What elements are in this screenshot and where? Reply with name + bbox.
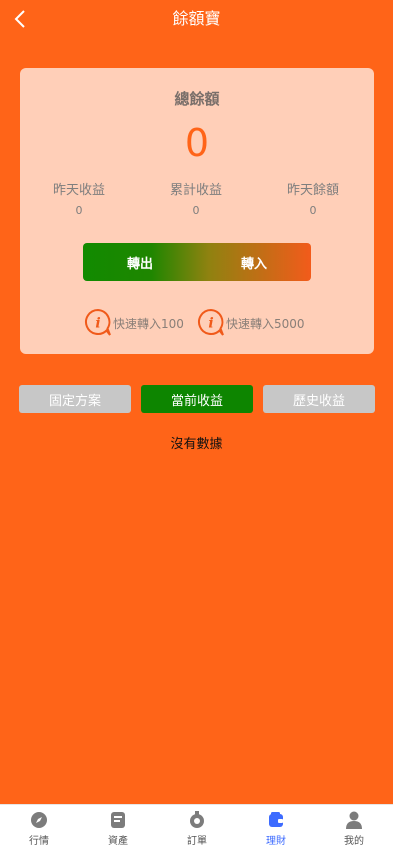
- user-icon: [346, 811, 362, 829]
- nav-item-market[interactable]: 行情: [0, 809, 78, 847]
- order-icon: [190, 811, 204, 828]
- stat-label: 累計收益: [169, 183, 222, 198]
- stat-label: 昨天餘額: [286, 183, 339, 198]
- stat-value: 0: [309, 204, 317, 217]
- tab-current-income[interactable]: 當前收益: [141, 385, 253, 413]
- quick-transfer-5000-button[interactable]: i 快速轉入5000: [197, 308, 305, 338]
- wallet-doc-icon: [111, 812, 125, 828]
- nav-label: 訂單: [187, 836, 207, 847]
- tab-history-income[interactable]: 歷史收益: [263, 385, 375, 413]
- page-title: 餘額寶: [172, 9, 221, 28]
- stat-label: 昨天收益: [52, 183, 105, 198]
- compass-icon: [31, 812, 47, 828]
- bottom-nav: 行情 資產 訂單 理財 我的: [0, 804, 393, 847]
- quick-transfer-label: 快速轉入5000: [226, 316, 305, 331]
- stat-yesterday-income: 昨天收益 0: [20, 182, 138, 219]
- total-balance-value: 0: [184, 121, 210, 165]
- stat-value: 0: [75, 204, 83, 217]
- nav-label: 行情: [29, 836, 49, 847]
- nav-item-finance[interactable]: 理財: [237, 809, 315, 847]
- info-icon: i: [85, 308, 111, 336]
- empty-state-text: 沒有數據: [170, 437, 223, 452]
- transfer-bar: 轉出 轉入: [83, 243, 311, 281]
- nav-item-assets[interactable]: 資產: [79, 809, 157, 847]
- finance-icon: [269, 812, 283, 827]
- tab-fixed-plan[interactable]: 固定方案: [19, 385, 131, 413]
- balance-card: 總餘額 0 昨天收益 0 累計收益 0 昨天餘額 0 轉出 轉入 i 快速轉入1…: [20, 68, 374, 354]
- nav-label: 理財: [266, 836, 286, 847]
- total-balance-label: 總餘額: [174, 90, 220, 108]
- info-icon: i: [198, 308, 224, 336]
- nav-label: 我的: [344, 836, 364, 847]
- header: 餘額寶: [0, 0, 393, 38]
- stat-cumulative-income: 累計收益 0: [137, 182, 255, 219]
- income-tabs: 固定方案 當前收益 歷史收益: [0, 385, 393, 413]
- transfer-out-button[interactable]: 轉出: [83, 243, 197, 281]
- nav-item-me[interactable]: 我的: [315, 809, 393, 847]
- svg-text:i: i: [208, 316, 213, 332]
- transfer-in-button[interactable]: 轉入: [197, 243, 311, 281]
- nav-item-orders[interactable]: 訂單: [158, 809, 236, 847]
- nav-label: 資產: [108, 836, 128, 847]
- svg-text:i: i: [95, 316, 100, 332]
- quick-transfer-100-button[interactable]: i 快速轉入100: [84, 308, 184, 338]
- stat-value: 0: [192, 204, 200, 217]
- quick-transfer-label: 快速轉入100: [113, 316, 184, 331]
- stat-yesterday-balance: 昨天餘額 0: [254, 182, 372, 219]
